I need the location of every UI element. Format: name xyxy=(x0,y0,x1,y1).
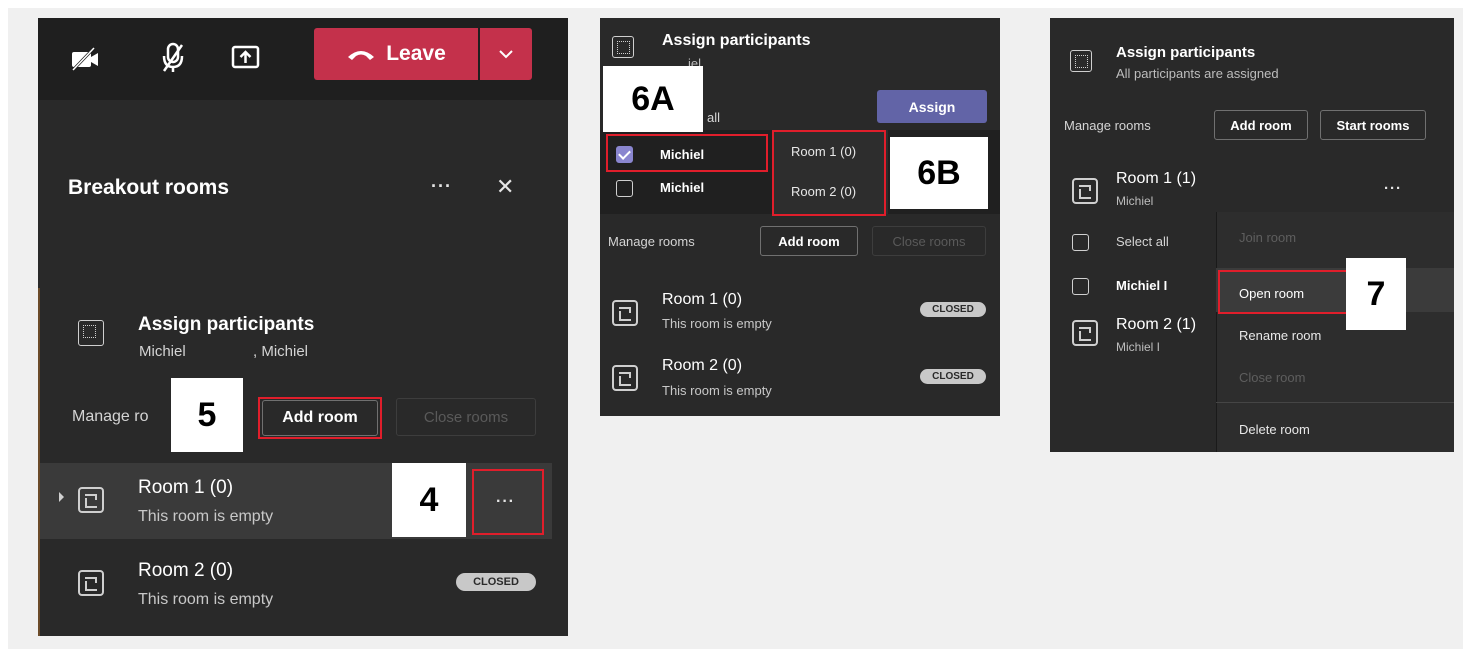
highlight-room-options xyxy=(772,130,886,216)
add-room-button[interactable]: Add room xyxy=(760,226,858,256)
breakout-rooms-panel: Leave Breakout rooms ··· ✕ Assign partic… xyxy=(38,18,568,636)
start-rooms-button[interactable]: Start rooms xyxy=(1320,110,1426,140)
menu-divider xyxy=(1216,402,1454,403)
select-all-label: Select all xyxy=(1116,234,1169,249)
assign-participants-sub: All participants are assigned xyxy=(1116,66,1279,81)
phone-hangup-icon xyxy=(348,51,375,60)
room-name: Room 2 (1) xyxy=(1116,316,1197,333)
highlight-participant xyxy=(606,134,768,172)
callout-6b: 6B xyxy=(890,137,988,209)
add-room-button[interactable]: Add room xyxy=(1214,110,1308,140)
add-room-label: Add room xyxy=(778,233,840,249)
highlight-add-room xyxy=(258,397,382,439)
close-icon[interactable]: ✕ xyxy=(496,174,514,200)
chevron-down-icon xyxy=(499,50,513,59)
room-member: Michiel xyxy=(1116,194,1154,208)
more-options-icon[interactable]: ··· xyxy=(431,176,452,197)
highlight-room-menu xyxy=(472,469,544,535)
calendar-icon xyxy=(612,36,634,58)
left-border-accent xyxy=(38,288,40,636)
room-menu-panel: Assign participants All participants are… xyxy=(1050,18,1454,452)
room-status: This room is empty xyxy=(662,383,772,398)
room-name: Room 2 (0) xyxy=(662,357,743,374)
room-icon xyxy=(612,300,638,326)
leave-label: Leave xyxy=(386,42,446,65)
room-status: This room is empty xyxy=(138,591,274,608)
close-rooms-button[interactable]: Close rooms xyxy=(396,398,536,436)
room-name: Room 1 (0) xyxy=(138,477,234,498)
camera-off-icon[interactable] xyxy=(70,46,100,72)
menu-item-rename-room[interactable]: Rename room xyxy=(1239,328,1321,343)
room-status: This room is empty xyxy=(138,508,274,525)
expand-arrow-icon[interactable] xyxy=(59,492,64,502)
add-room-label: Add room xyxy=(1230,117,1292,133)
close-rooms-label: Close rooms xyxy=(423,408,509,426)
participant-name: Michiel I xyxy=(1116,278,1168,293)
room-icon xyxy=(612,365,638,391)
manage-rooms-label: Manage rooms xyxy=(1064,118,1151,133)
highlight-open-room xyxy=(1218,270,1348,314)
calendar-icon xyxy=(78,320,104,346)
callout-4: 4 xyxy=(392,463,466,537)
share-screen-icon[interactable] xyxy=(231,44,261,72)
participant-checkbox[interactable] xyxy=(1072,278,1089,295)
close-rooms-button[interactable]: Close rooms xyxy=(872,226,986,256)
panel-title: Breakout rooms xyxy=(68,176,230,199)
start-rooms-label: Start rooms xyxy=(1336,117,1410,133)
leave-button[interactable]: Leave xyxy=(314,28,478,80)
room-name: Room 2 (0) xyxy=(138,560,234,581)
room-name: Room 1 (1) xyxy=(1116,170,1197,187)
room-more-options-icon[interactable]: ··· xyxy=(1384,180,1402,197)
assign-participants-title[interactable]: Assign participants xyxy=(138,314,314,336)
select-all-label: all xyxy=(707,110,721,125)
assign-button[interactable]: Assign xyxy=(877,90,987,123)
menu-item-join-room[interactable]: Join room xyxy=(1239,230,1296,245)
callout-7: 7 xyxy=(1346,258,1406,330)
assign-participants-sub-b: , Michiel xyxy=(253,343,309,360)
calendar-icon xyxy=(1070,50,1092,72)
assign-participants-title[interactable]: Assign participants xyxy=(1116,44,1255,61)
assign-label: Assign xyxy=(908,98,956,115)
room-icon xyxy=(78,570,104,596)
room-status: This room is empty xyxy=(662,316,772,331)
closed-badge: CLOSED xyxy=(456,573,536,591)
room-member: Michiel I xyxy=(1116,340,1161,354)
select-all-checkbox[interactable] xyxy=(1072,234,1089,251)
room-icon xyxy=(78,487,104,513)
callout-6a: 6A xyxy=(603,66,703,132)
mic-off-icon[interactable] xyxy=(160,42,186,74)
manage-rooms-label: Manage rooms xyxy=(608,234,695,249)
room-icon xyxy=(1072,320,1098,346)
menu-item-close-room[interactable]: Close room xyxy=(1239,370,1305,385)
leave-options-button[interactable] xyxy=(480,28,532,80)
participant-name: Michiel xyxy=(660,180,705,195)
room-icon xyxy=(1072,178,1098,204)
assign-participants-title: Assign participants xyxy=(662,32,811,49)
participant-checkbox[interactable] xyxy=(616,180,633,197)
room-name: Room 1 (0) xyxy=(662,291,743,308)
callout-5: 5 xyxy=(171,378,243,452)
close-rooms-label: Close rooms xyxy=(892,233,966,249)
manage-rooms-label: Manage ro xyxy=(72,408,149,425)
closed-badge: CLOSED xyxy=(920,369,986,384)
closed-badge: CLOSED xyxy=(920,302,986,317)
assign-participants-sub-a: Michiel xyxy=(139,343,186,360)
menu-item-delete-room[interactable]: Delete room xyxy=(1239,422,1310,437)
